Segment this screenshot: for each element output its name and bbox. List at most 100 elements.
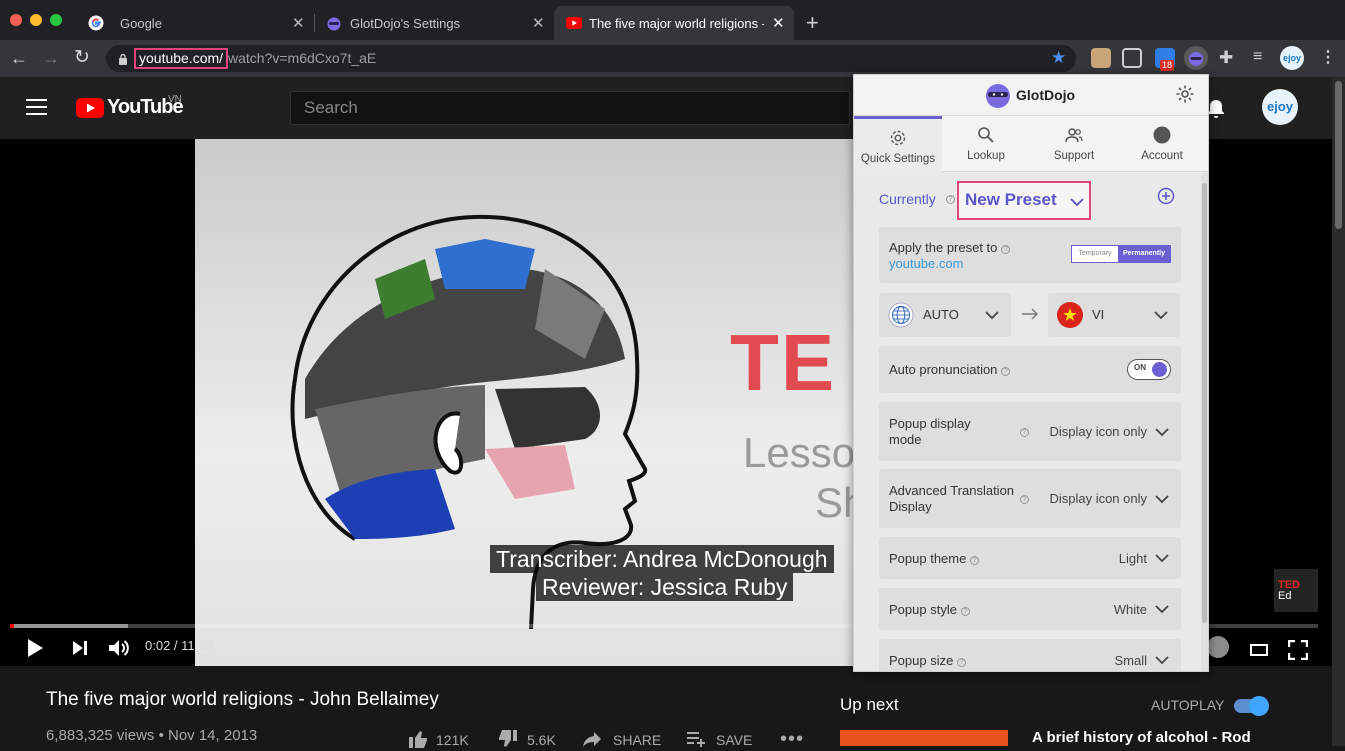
back-icon[interactable]: ← [10, 47, 28, 69]
scrollbar-thumb[interactable] [1335, 81, 1342, 229]
row-value: Small [1114, 653, 1147, 668]
play-icon[interactable] [26, 638, 44, 658]
close-tab-icon[interactable]: ✕ [532, 14, 545, 32]
tab-glotdojo-settings[interactable]: GlotDojo's Settings ✕ [316, 6, 552, 40]
help-icon[interactable]: ? [1020, 495, 1029, 504]
help-icon[interactable]: ? [957, 658, 967, 667]
tab-account[interactable]: Account [1118, 116, 1206, 172]
toggle-knob [1249, 696, 1269, 716]
minimize-window-button[interactable] [30, 14, 42, 26]
target-language-select[interactable]: VI [1048, 293, 1180, 337]
close-window-button[interactable] [10, 14, 22, 26]
help-icon[interactable]: ? [960, 607, 970, 616]
fullscreen-icon[interactable] [1288, 640, 1308, 660]
extension-bear-icon[interactable] [1091, 48, 1111, 68]
extension-badge: 18 [1160, 60, 1175, 71]
url-host-highlight: youtube.com/ [134, 48, 229, 69]
help-icon[interactable]: ? [1020, 428, 1029, 437]
tab-quick-settings[interactable]: Quick Settings [854, 116, 942, 172]
browser-tab-strip: Google ✕ GlotDojo's Settings ✕ The five … [0, 0, 1345, 40]
gear-icon [890, 130, 906, 146]
browser-toolbar: ← → ↻ youtube.com/ watch?v=m6dCxo7t_aE ★… [0, 40, 1345, 77]
row-value: Light [1118, 551, 1147, 566]
toggle-state: ON [1134, 363, 1146, 372]
extension-glasses-icon[interactable] [1122, 48, 1142, 68]
maximize-window-button[interactable] [50, 14, 62, 26]
caption-line: Transcriber: Andrea McDonough [490, 545, 834, 573]
preset-selector[interactable]: New Preset [957, 181, 1091, 220]
next-video-icon[interactable] [72, 640, 88, 656]
url-path: watch?v=m6dCxo7t_aE [228, 50, 377, 66]
new-tab-button[interactable]: + [806, 10, 819, 36]
miniplayer-mascot-icon[interactable] [1207, 636, 1229, 658]
advanced-translation-display-row[interactable]: Advanced Translation Display ? Display i… [879, 469, 1181, 528]
page-scrollbar[interactable] [1332, 77, 1345, 746]
notifications-bell-icon[interactable] [1206, 98, 1226, 119]
help-icon[interactable]: ? [946, 195, 955, 204]
permanently-option[interactable]: Permanently [1118, 246, 1170, 262]
popup-scrollbar[interactable] [1201, 173, 1208, 671]
hamburger-menu-icon[interactable] [26, 99, 47, 116]
next-video-thumbnail[interactable] [840, 730, 1008, 746]
browser-menu-icon[interactable]: ⋮ [1320, 47, 1336, 67]
volume-icon[interactable] [108, 638, 130, 658]
forward-icon[interactable]: → [42, 47, 60, 69]
video-meta: 6,883,325 views • Nov 14, 2013 [46, 727, 258, 744]
bookmark-star-icon[interactable]: ★ [1051, 48, 1066, 68]
add-preset-icon[interactable] [1157, 187, 1175, 205]
glotdojo-extension-button[interactable] [1184, 46, 1208, 70]
video-info-section: The five major world religions - John Be… [0, 666, 1332, 750]
profile-avatar[interactable]: ejoy [1280, 46, 1304, 70]
apply-site-link[interactable]: youtube.com [889, 256, 963, 271]
close-tab-icon[interactable]: ✕ [772, 14, 785, 32]
ted-ed-badge-ed: Ed [1278, 590, 1292, 602]
media-controls-icon[interactable]: ≡ [1253, 48, 1262, 66]
tab-lookup[interactable]: Lookup [942, 116, 1030, 172]
theater-mode-icon[interactable] [1250, 644, 1268, 656]
glotdojo-icon [327, 17, 341, 31]
popup-display-mode-row[interactable]: Popup display mode ? Display icon only [879, 402, 1181, 461]
chevron-down-icon [1155, 428, 1169, 437]
close-tab-icon[interactable]: ✕ [292, 14, 305, 32]
popup-scrollbar-thumb[interactable] [1202, 183, 1207, 623]
tab-google[interactable]: Google ✕ [76, 6, 312, 40]
avatar[interactable]: ejoy [1262, 89, 1298, 125]
more-actions-icon[interactable]: ••• [780, 728, 804, 751]
help-icon[interactable]: ? [1001, 245, 1011, 254]
tab-support[interactable]: Support [1030, 116, 1118, 172]
search-icon [978, 127, 994, 143]
settings-gear-icon[interactable] [1175, 84, 1195, 104]
dislike-button[interactable]: 5.6K [498, 729, 568, 749]
playlist-add-icon [687, 732, 705, 747]
address-bar[interactable]: youtube.com/ watch?v=m6dCxo7t_aE ★ [106, 45, 1076, 72]
auto-pronunciation-toggle[interactable]: ON [1127, 359, 1171, 380]
tab-youtube-video[interactable]: The five major world religions - ✕ [554, 6, 794, 40]
autoplay-label: AUTOPLAY [1151, 697, 1225, 713]
extensions-puzzle-icon[interactable]: ✚ [1219, 48, 1233, 68]
autoplay-toggle[interactable] [1234, 696, 1269, 716]
help-icon[interactable]: ? [1001, 367, 1011, 376]
globe-icon [888, 302, 914, 328]
row-label: Popup theme? [889, 551, 980, 566]
thumbs-up-icon [409, 731, 427, 748]
share-button[interactable]: SHARE [582, 729, 672, 749]
popup-theme-row[interactable]: Popup theme? Light [879, 537, 1181, 579]
region-code: VN [168, 94, 182, 105]
apply-scope-switch[interactable]: Temporary Permanently [1071, 245, 1171, 263]
popup-style-row[interactable]: Popup style? White [879, 588, 1181, 630]
search-input[interactable]: Search [290, 91, 850, 125]
temporary-option[interactable]: Temporary [1072, 246, 1118, 262]
save-button[interactable]: SAVE [686, 729, 766, 749]
chevron-down-icon [1070, 198, 1084, 207]
reload-icon[interactable]: ↻ [74, 47, 90, 69]
source-language-select[interactable]: AUTO [879, 293, 1011, 337]
popup-size-row[interactable]: Popup size? Small [879, 639, 1181, 671]
target-language: VI [1092, 307, 1105, 322]
ted-ed-badge[interactable]: TED Ed [1274, 569, 1318, 612]
chevron-down-icon [1155, 605, 1169, 614]
like-button[interactable]: 121K [408, 729, 503, 749]
extension-translate-icon[interactable]: 18 [1155, 48, 1175, 71]
next-video-title[interactable]: A brief history of alcohol - Rod [1032, 729, 1251, 746]
help-icon[interactable]: ? [970, 556, 980, 565]
vietnam-flag-icon [1057, 302, 1083, 328]
